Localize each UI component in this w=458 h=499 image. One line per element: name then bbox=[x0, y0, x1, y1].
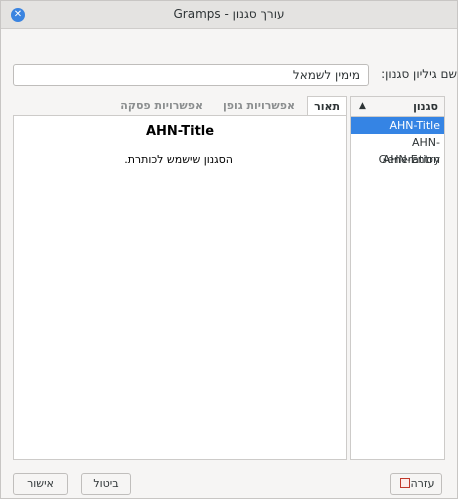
style-options-notebook: תאור אפשרויות גופן אפשרויות פסקה AHN-Tit… bbox=[13, 96, 347, 460]
style-list-header[interactable]: ▲ סגנון bbox=[351, 97, 444, 117]
style-list-header-label: סגנון bbox=[413, 100, 438, 113]
help-button[interactable]: עזרה bbox=[390, 473, 442, 495]
style-preview-description: הסגנון שישמש לכותרת. bbox=[124, 153, 233, 166]
style-sheet-name-row: שם גיליון סגנון: bbox=[13, 64, 457, 86]
help-button-label: עזרה bbox=[410, 477, 435, 490]
tab-bar: תאור אפשרויות גופן אפשרויות פסקה bbox=[13, 96, 347, 116]
style-sheet-name-input[interactable] bbox=[13, 64, 369, 86]
description-panel: AHN-Title הסגנון שישמש לכותרת. bbox=[13, 115, 347, 460]
style-preview-title: AHN-Title bbox=[145, 124, 215, 139]
help-icon bbox=[400, 478, 411, 488]
tab-description[interactable]: תאור bbox=[307, 96, 347, 116]
style-list-item[interactable]: AHN-Entry bbox=[351, 151, 444, 168]
style-sheet-name-label: שם גיליון סגנון: bbox=[381, 67, 457, 81]
tab-font-options[interactable]: אפשרויות גופן bbox=[217, 96, 301, 116]
style-list[interactable]: ▲ סגנון AHN-Title AHN-Generation AHN-Ent… bbox=[350, 96, 445, 460]
ok-button[interactable]: אישור bbox=[13, 473, 68, 495]
title-bar: ✕ עורך סגנון - Gramps bbox=[1, 1, 457, 29]
style-list-item[interactable]: AHN-Title bbox=[351, 117, 444, 134]
tab-paragraph-options[interactable]: אפשרויות פסקה bbox=[114, 96, 209, 116]
sort-ascending-icon: ▲ bbox=[359, 101, 366, 111]
style-list-item[interactable]: AHN-Generation bbox=[351, 134, 444, 166]
cancel-button[interactable]: ביטול bbox=[81, 473, 131, 495]
window-title: עורך סגנון - Gramps bbox=[173, 7, 285, 21]
style-editor-window: ✕ עורך סגנון - Gramps שם גיליון סגנון: ת… bbox=[0, 0, 458, 499]
